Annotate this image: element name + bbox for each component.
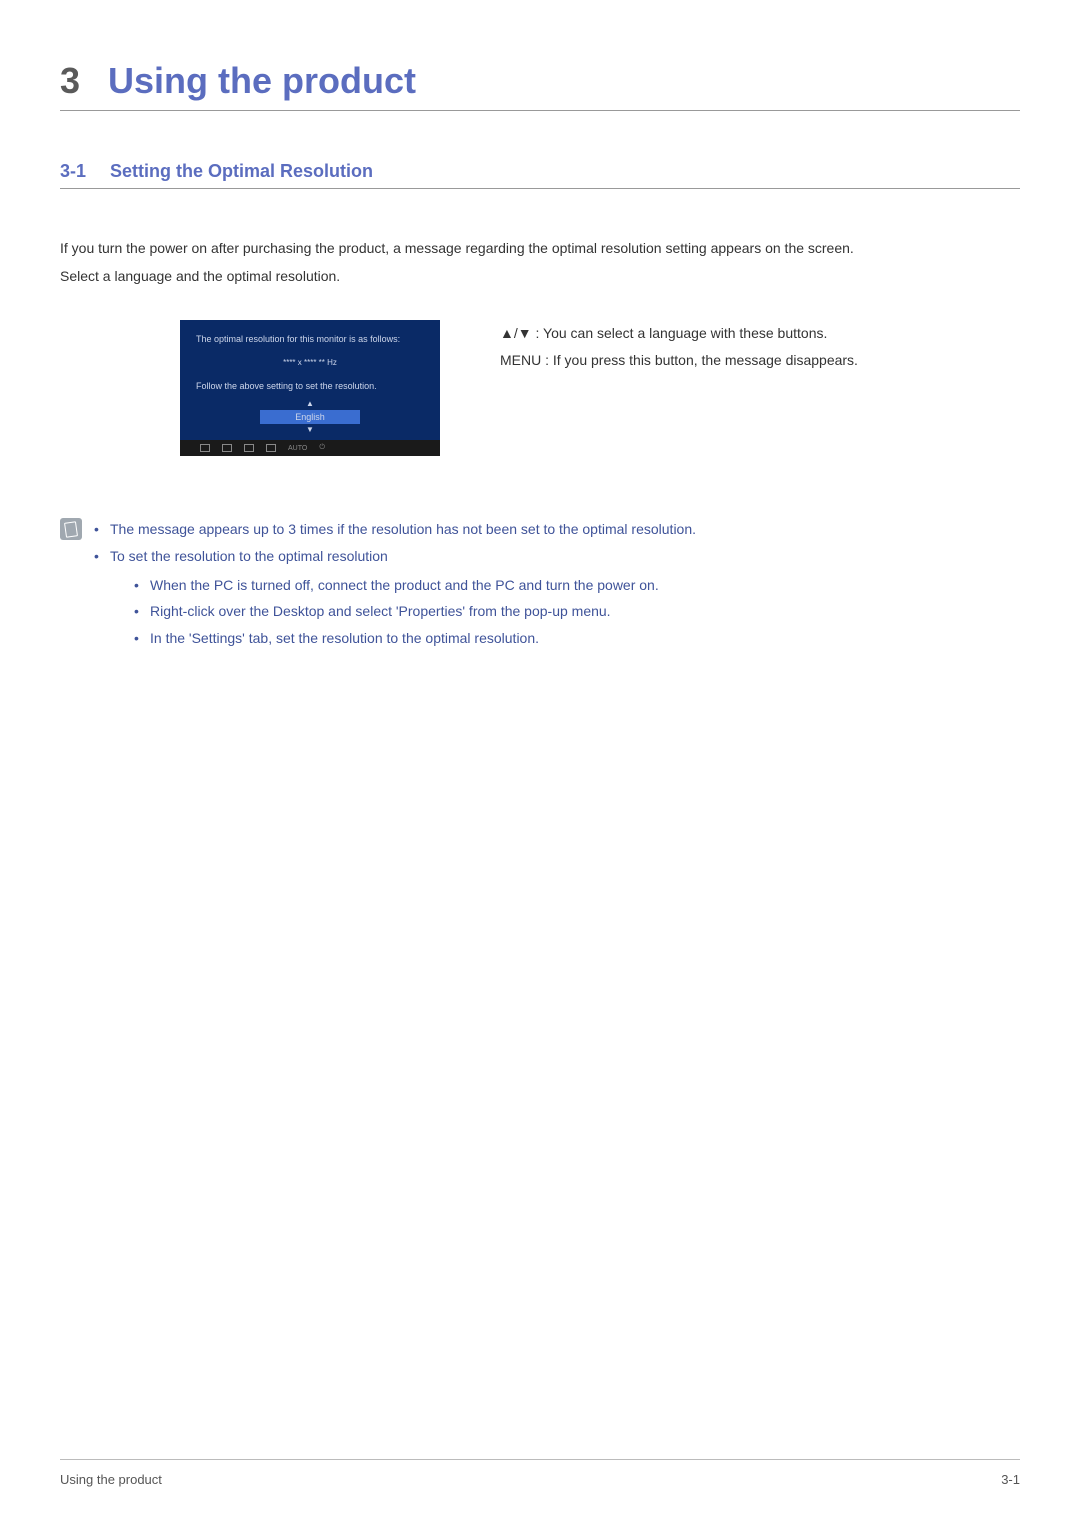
osd-language-selection: English (260, 410, 360, 424)
note-icon (60, 518, 82, 540)
section-number: 3-1 (60, 161, 86, 182)
osd-btn-icon (244, 444, 254, 452)
osd-btn-icon (266, 444, 276, 452)
side-row-2: MENU : If you press this button, the mes… (500, 347, 1020, 374)
osd-message-2: Follow the above setting to set the reso… (196, 381, 424, 393)
intro-text: If you turn the power on after purchasin… (60, 234, 1020, 290)
osd-auto-label: AUTO (288, 445, 307, 452)
side-explanation: ▲/▼ : You can select a language with the… (500, 320, 1020, 456)
intro-line1: If you turn the power on after purchasin… (60, 240, 854, 256)
note-item-text: To set the resolution to the optimal res… (110, 548, 388, 564)
note-block: The message appears up to 3 times if the… (60, 516, 1020, 651)
osd-btn-icon (200, 444, 210, 452)
note-sublist: When the PC is turned off, connect the p… (110, 572, 1020, 652)
osd-resolution: **** x **** ** Hz (196, 358, 424, 367)
content-row: The optimal resolution for this monitor … (60, 320, 1020, 456)
note-list: The message appears up to 3 times if the… (94, 516, 1020, 651)
note-subitem: When the PC is turned off, connect the p… (134, 572, 1020, 599)
arrow-down-icon: ▼ (196, 426, 424, 434)
osd-power-icon: ⏻ (319, 444, 325, 452)
chapter-number: 3 (60, 60, 80, 102)
side-row-1: ▲/▼ : You can select a language with the… (500, 320, 1020, 347)
osd-button-bar: AUTO ⏻ (180, 440, 440, 456)
note-subitem: Right-click over the Desktop and select … (134, 598, 1020, 625)
osd-message-1: The optimal resolution for this monitor … (196, 334, 424, 346)
page-footer: Using the product 3-1 (60, 1459, 1020, 1487)
chapter-title: Using the product (108, 60, 416, 102)
osd-btn-icon (222, 444, 232, 452)
section-heading: 3-1 Setting the Optimal Resolution (60, 161, 1020, 189)
section-title: Setting the Optimal Resolution (110, 161, 373, 182)
osd-screenshot: The optimal resolution for this monitor … (180, 320, 440, 456)
osd-dialog: The optimal resolution for this monitor … (180, 320, 440, 456)
chapter-heading: 3 Using the product (60, 60, 1020, 111)
note-item: To set the resolution to the optimal res… (94, 543, 1020, 651)
note-subitem: In the 'Settings' tab, set the resolutio… (134, 625, 1020, 652)
intro-line2: Select a language and the optimal resolu… (60, 268, 340, 284)
note-item: The message appears up to 3 times if the… (94, 516, 1020, 543)
arrow-up-icon: ▲ (196, 400, 424, 408)
footer-right: 3-1 (1001, 1472, 1020, 1487)
footer-left: Using the product (60, 1472, 162, 1487)
